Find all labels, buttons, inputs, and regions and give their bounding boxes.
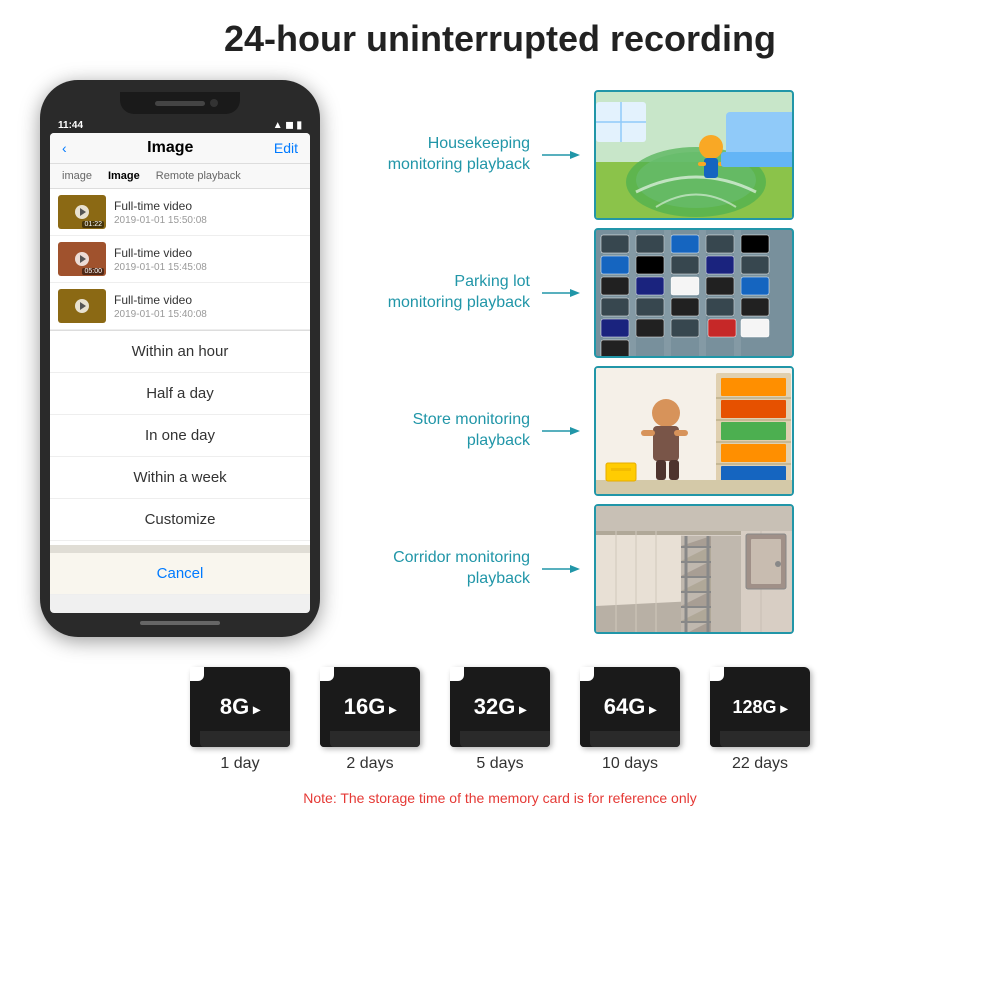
monitor-arrow-housekeeping bbox=[542, 145, 582, 165]
video-date-1: 2019-01-01 15:50:08 bbox=[114, 215, 302, 226]
sd-notch-128g bbox=[710, 667, 724, 681]
sd-notch-64g bbox=[580, 667, 594, 681]
play-icon-3 bbox=[75, 299, 89, 313]
sd-card-64g: 64G bbox=[580, 667, 680, 747]
phone-container: 11:44 ▲ ◼ ▮ ‹ Image Edit image Image Rem… bbox=[30, 80, 330, 637]
phone-status-icons: ▲ ◼ ▮ bbox=[273, 120, 302, 131]
monitor-item-parking: Parking lotmonitoring playback bbox=[350, 228, 970, 358]
sd-notch-16g bbox=[320, 667, 334, 681]
sd-notch-8g bbox=[190, 667, 204, 681]
monitor-label-store: Store monitoringplayback bbox=[350, 410, 530, 452]
page-header: 24-hour uninterrupted recording bbox=[0, 0, 1000, 70]
phone-time: 11:44 bbox=[58, 120, 83, 131]
dropdown-item-half-day[interactable]: Half a day bbox=[50, 373, 310, 415]
dropdown-item-in-one-day[interactable]: In one day bbox=[50, 415, 310, 457]
storage-card-128g: 128G 22 days bbox=[710, 667, 810, 773]
video-duration-1: 01:22 bbox=[82, 221, 104, 228]
play-icon-1 bbox=[75, 205, 89, 219]
video-item-3[interactable]: Full-time video 2019-01-01 15:40:08 bbox=[50, 283, 310, 330]
sd-label-64g: 64G bbox=[604, 694, 657, 720]
monitor-image-corridor bbox=[594, 504, 794, 634]
video-date-2: 2019-01-01 15:45:08 bbox=[114, 262, 302, 273]
sd-card-16g: 16G bbox=[320, 667, 420, 747]
monitor-label-corridor: Corridor monitoringplayback bbox=[350, 548, 530, 590]
monitor-image-housekeeping bbox=[594, 90, 794, 220]
video-thumb-1: 01:22 bbox=[58, 195, 106, 229]
video-info-2: Full-time video 2019-01-01 15:45:08 bbox=[114, 246, 302, 273]
sd-notch-32g bbox=[450, 667, 464, 681]
monitor-label-housekeeping: Housekeepingmonitoring playback bbox=[350, 134, 530, 176]
dropdown-item-customize[interactable]: Customize bbox=[50, 499, 310, 541]
note-section: Note: The storage time of the memory car… bbox=[0, 778, 1000, 820]
phone-mockup: 11:44 ▲ ◼ ▮ ‹ Image Edit image Image Rem… bbox=[40, 80, 320, 637]
phone-camera bbox=[210, 99, 218, 107]
video-thumb-2: 05:00 bbox=[58, 242, 106, 276]
sd-label-128g: 128G bbox=[733, 697, 788, 718]
storage-days-128g: 22 days bbox=[732, 755, 788, 773]
monitor-arrow-store bbox=[542, 421, 582, 441]
sd-label-8g: 8G bbox=[220, 694, 260, 720]
screen-nav: ‹ Image Edit bbox=[50, 133, 310, 164]
nav-edit[interactable]: Edit bbox=[274, 140, 298, 156]
nav-back[interactable]: ‹ bbox=[62, 140, 67, 156]
dropdown-menu: Within an hour Half a day In one day Wit… bbox=[50, 330, 310, 595]
tab-image2[interactable]: Image bbox=[104, 168, 144, 184]
storage-days-16g: 2 days bbox=[346, 755, 393, 773]
monitor-image-parking bbox=[594, 228, 794, 358]
page-title: 24-hour uninterrupted recording bbox=[0, 18, 1000, 60]
monitor-item-housekeeping: Housekeepingmonitoring playback bbox=[350, 90, 970, 220]
sd-card-8g: 8G bbox=[190, 667, 290, 747]
phone-notch bbox=[120, 92, 240, 114]
dropdown-item-within-hour[interactable]: Within an hour bbox=[50, 331, 310, 373]
note-text: Note: The storage time of the memory car… bbox=[303, 790, 696, 806]
video-date-3: 2019-01-01 15:40:08 bbox=[114, 309, 302, 320]
video-list: 01:22 Full-time video 2019-01-01 15:50:0… bbox=[50, 189, 310, 330]
video-duration-2: 05:00 bbox=[82, 268, 104, 275]
video-name-2: Full-time video bbox=[114, 246, 302, 260]
video-item-2[interactable]: 05:00 Full-time video 2019-01-01 15:45:0… bbox=[50, 236, 310, 283]
monitor-image-store bbox=[594, 366, 794, 496]
video-name-1: Full-time video bbox=[114, 199, 302, 213]
play-icon-2 bbox=[75, 252, 89, 266]
dropdown-item-within-week[interactable]: Within a week bbox=[50, 457, 310, 499]
storage-days-8g: 1 day bbox=[220, 755, 259, 773]
monitor-item-corridor: Corridor monitoringplayback bbox=[350, 504, 970, 634]
storage-days-64g: 10 days bbox=[602, 755, 658, 773]
video-info-1: Full-time video 2019-01-01 15:50:08 bbox=[114, 199, 302, 226]
phone-home-bar bbox=[140, 621, 220, 625]
screen-tabs: image Image Remote playback bbox=[50, 164, 310, 189]
storage-section: 8G 1 day 16G 2 days 32G 5 days 64G 10 da… bbox=[0, 647, 1000, 773]
monitor-item-store: Store monitoringplayback bbox=[350, 366, 970, 496]
monitor-arrow-parking bbox=[542, 283, 582, 303]
video-info-3: Full-time video 2019-01-01 15:40:08 bbox=[114, 293, 302, 320]
monitor-label-parking: Parking lotmonitoring playback bbox=[350, 272, 530, 314]
phone-screen: ‹ Image Edit image Image Remote playback… bbox=[50, 133, 310, 613]
dropdown-cancel-button[interactable]: Cancel bbox=[50, 545, 310, 595]
sd-label-32g: 32G bbox=[474, 694, 527, 720]
sd-card-128g: 128G bbox=[710, 667, 810, 747]
phone-status-bar: 11:44 ▲ ◼ ▮ bbox=[50, 118, 310, 133]
video-item-1[interactable]: 01:22 Full-time video 2019-01-01 15:50:0… bbox=[50, 189, 310, 236]
main-content: 11:44 ▲ ◼ ▮ ‹ Image Edit image Image Rem… bbox=[0, 70, 1000, 637]
nav-title: Image bbox=[147, 139, 193, 157]
video-thumb-3 bbox=[58, 289, 106, 323]
tab-remote-playback[interactable]: Remote playback bbox=[152, 168, 245, 184]
sd-label-16g: 16G bbox=[344, 694, 397, 720]
phone-speaker bbox=[155, 101, 205, 106]
storage-card-32g: 32G 5 days bbox=[450, 667, 550, 773]
storage-card-64g: 64G 10 days bbox=[580, 667, 680, 773]
storage-card-16g: 16G 2 days bbox=[320, 667, 420, 773]
tab-image1[interactable]: image bbox=[58, 168, 96, 184]
storage-card-8g: 8G 1 day bbox=[190, 667, 290, 773]
sd-card-32g: 32G bbox=[450, 667, 550, 747]
storage-days-32g: 5 days bbox=[476, 755, 523, 773]
monitoring-panels: Housekeepingmonitoring playback bbox=[350, 80, 970, 637]
monitor-arrow-corridor bbox=[542, 559, 582, 579]
video-name-3: Full-time video bbox=[114, 293, 302, 307]
